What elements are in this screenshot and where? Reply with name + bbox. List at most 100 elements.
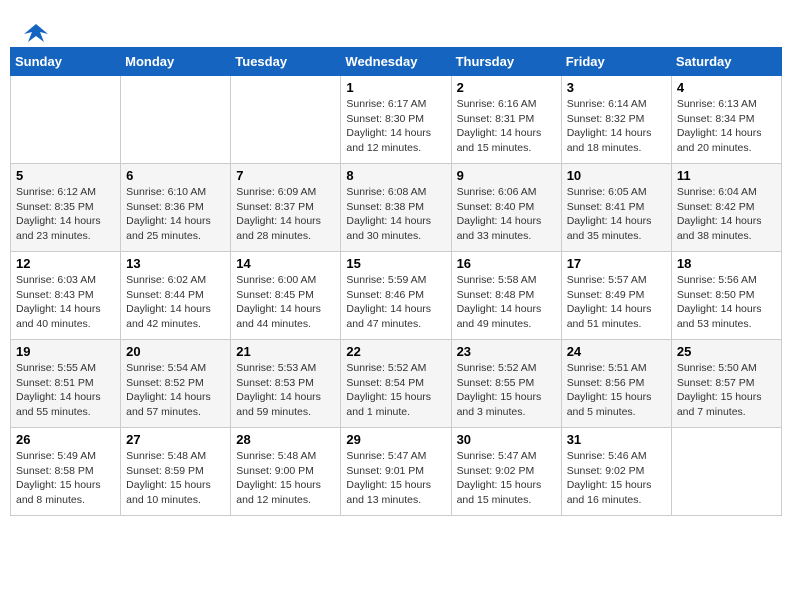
day-content: Sunrise: 6:13 AM Sunset: 8:34 PM Dayligh… (677, 97, 776, 156)
calendar-day-cell: 7 Sunrise: 6:09 AM Sunset: 8:37 PM Daylig… (231, 164, 341, 252)
day-content: Sunrise: 5:50 AM Sunset: 8:57 PM Dayligh… (677, 361, 776, 420)
day-content: Sunrise: 6:06 AM Sunset: 8:40 PM Dayligh… (457, 185, 556, 244)
calendar-day-cell: 29 Sunrise: 5:47 AM Sunset: 9:01 PM Dayli… (341, 428, 451, 516)
day-number: 26 (16, 432, 115, 447)
calendar-day-cell: 2Sunrise: 6:16 AM Sunset: 8:31 PM Daylig… (451, 76, 561, 164)
calendar-week-row: 26 Sunrise: 5:49 AM Sunset: 8:58 PM Dayli… (11, 428, 782, 516)
calendar-week-row: 5 Sunrise: 6:12 AM Sunset: 8:35 PM Daylig… (11, 164, 782, 252)
calendar-table: SundayMondayTuesdayWednesdayThursdayFrid… (10, 47, 782, 516)
page-header (10, 10, 782, 47)
day-content: Sunrise: 5:54 AM Sunset: 8:52 PM Dayligh… (126, 361, 225, 420)
day-content: Sunrise: 6:08 AM Sunset: 8:38 PM Dayligh… (346, 185, 445, 244)
day-number: 3 (567, 80, 666, 95)
day-number: 14 (236, 256, 335, 271)
day-number: 19 (16, 344, 115, 359)
day-number: 11 (677, 168, 776, 183)
day-number: 31 (567, 432, 666, 447)
day-content: Sunrise: 5:49 AM Sunset: 8:58 PM Dayligh… (16, 449, 115, 508)
calendar-day-cell: 1Sunrise: 6:17 AM Sunset: 8:30 PM Daylig… (341, 76, 451, 164)
calendar-week-row: 1Sunrise: 6:17 AM Sunset: 8:30 PM Daylig… (11, 76, 782, 164)
day-number: 18 (677, 256, 776, 271)
column-header-thursday: Thursday (451, 48, 561, 76)
calendar-day-cell: 28Sunrise: 5:48 AM Sunset: 9:00 PM Dayli… (231, 428, 341, 516)
calendar-day-cell: 25 Sunrise: 5:50 AM Sunset: 8:57 PM Dayli… (671, 340, 781, 428)
column-header-friday: Friday (561, 48, 671, 76)
day-content: Sunrise: 5:46 AM Sunset: 9:02 PM Dayligh… (567, 449, 666, 508)
calendar-day-cell: 16 Sunrise: 5:58 AM Sunset: 8:48 PM Dayli… (451, 252, 561, 340)
calendar-day-cell: 9 Sunrise: 6:06 AM Sunset: 8:40 PM Daylig… (451, 164, 561, 252)
day-content: Sunrise: 5:56 AM Sunset: 8:50 PM Dayligh… (677, 273, 776, 332)
empty-cell (121, 76, 231, 164)
calendar-day-cell: 24 Sunrise: 5:51 AM Sunset: 8:56 PM Dayli… (561, 340, 671, 428)
empty-cell (671, 428, 781, 516)
day-content: Sunrise: 6:09 AM Sunset: 8:37 PM Dayligh… (236, 185, 335, 244)
day-content: Sunrise: 5:55 AM Sunset: 8:51 PM Dayligh… (16, 361, 115, 420)
logo (20, 20, 50, 42)
day-content: Sunrise: 5:53 AM Sunset: 8:53 PM Dayligh… (236, 361, 335, 420)
day-number: 7 (236, 168, 335, 183)
calendar-header-row: SundayMondayTuesdayWednesdayThursdayFrid… (11, 48, 782, 76)
day-content: Sunrise: 5:52 AM Sunset: 8:55 PM Dayligh… (457, 361, 556, 420)
day-content: Sunrise: 6:14 AM Sunset: 8:32 PM Dayligh… (567, 97, 666, 156)
day-content: Sunrise: 5:47 AM Sunset: 9:02 PM Dayligh… (457, 449, 556, 508)
day-content: Sunrise: 6:12 AM Sunset: 8:35 PM Dayligh… (16, 185, 115, 244)
day-number: 13 (126, 256, 225, 271)
day-content: Sunrise: 6:04 AM Sunset: 8:42 PM Dayligh… (677, 185, 776, 244)
day-number: 10 (567, 168, 666, 183)
column-header-sunday: Sunday (11, 48, 121, 76)
calendar-day-cell: 23 Sunrise: 5:52 AM Sunset: 8:55 PM Dayli… (451, 340, 561, 428)
day-number: 12 (16, 256, 115, 271)
calendar-day-cell: 19 Sunrise: 5:55 AM Sunset: 8:51 PM Dayli… (11, 340, 121, 428)
day-content: Sunrise: 6:17 AM Sunset: 8:30 PM Dayligh… (346, 97, 445, 156)
logo-bird-icon (22, 20, 50, 48)
calendar-day-cell: 12Sunrise: 6:03 AM Sunset: 8:43 PM Dayli… (11, 252, 121, 340)
day-number: 21 (236, 344, 335, 359)
calendar-day-cell: 5 Sunrise: 6:12 AM Sunset: 8:35 PM Daylig… (11, 164, 121, 252)
day-content: Sunrise: 5:52 AM Sunset: 8:54 PM Dayligh… (346, 361, 445, 420)
day-content: Sunrise: 5:47 AM Sunset: 9:01 PM Dayligh… (346, 449, 445, 508)
day-content: Sunrise: 5:57 AM Sunset: 8:49 PM Dayligh… (567, 273, 666, 332)
calendar-day-cell: 20 Sunrise: 5:54 AM Sunset: 8:52 PM Dayli… (121, 340, 231, 428)
calendar-day-cell: 30 Sunrise: 5:47 AM Sunset: 9:02 PM Dayli… (451, 428, 561, 516)
day-content: Sunrise: 6:10 AM Sunset: 8:36 PM Dayligh… (126, 185, 225, 244)
calendar-day-cell: 17Sunrise: 5:57 AM Sunset: 8:49 PM Dayli… (561, 252, 671, 340)
day-content: Sunrise: 6:05 AM Sunset: 8:41 PM Dayligh… (567, 185, 666, 244)
day-number: 25 (677, 344, 776, 359)
calendar-day-cell: 8 Sunrise: 6:08 AM Sunset: 8:38 PM Daylig… (341, 164, 451, 252)
calendar-day-cell: 27 Sunrise: 5:48 AM Sunset: 8:59 PM Dayli… (121, 428, 231, 516)
day-number: 2 (457, 80, 556, 95)
day-number: 15 (346, 256, 445, 271)
day-number: 22 (346, 344, 445, 359)
day-content: Sunrise: 5:51 AM Sunset: 8:56 PM Dayligh… (567, 361, 666, 420)
day-content: Sunrise: 5:58 AM Sunset: 8:48 PM Dayligh… (457, 273, 556, 332)
calendar-day-cell: 6 Sunrise: 6:10 AM Sunset: 8:36 PM Daylig… (121, 164, 231, 252)
calendar-day-cell: 21 Sunrise: 5:53 AM Sunset: 8:53 PM Dayli… (231, 340, 341, 428)
calendar-day-cell: 22 Sunrise: 5:52 AM Sunset: 8:54 PM Dayli… (341, 340, 451, 428)
calendar-day-cell: 13 Sunrise: 6:02 AM Sunset: 8:44 PM Dayli… (121, 252, 231, 340)
day-number: 16 (457, 256, 556, 271)
day-content: Sunrise: 6:02 AM Sunset: 8:44 PM Dayligh… (126, 273, 225, 332)
day-number: 4 (677, 80, 776, 95)
day-number: 27 (126, 432, 225, 447)
calendar-day-cell: 10 Sunrise: 6:05 AM Sunset: 8:41 PM Dayli… (561, 164, 671, 252)
day-content: Sunrise: 5:59 AM Sunset: 8:46 PM Dayligh… (346, 273, 445, 332)
day-number: 6 (126, 168, 225, 183)
column-header-saturday: Saturday (671, 48, 781, 76)
day-number: 9 (457, 168, 556, 183)
day-number: 24 (567, 344, 666, 359)
column-header-monday: Monday (121, 48, 231, 76)
day-number: 23 (457, 344, 556, 359)
day-number: 30 (457, 432, 556, 447)
calendar-day-cell: 14Sunrise: 6:00 AM Sunset: 8:45 PM Dayli… (231, 252, 341, 340)
calendar-day-cell: 4 Sunrise: 6:13 AM Sunset: 8:34 PM Daylig… (671, 76, 781, 164)
day-number: 8 (346, 168, 445, 183)
day-content: Sunrise: 5:48 AM Sunset: 8:59 PM Dayligh… (126, 449, 225, 508)
calendar-week-row: 12Sunrise: 6:03 AM Sunset: 8:43 PM Dayli… (11, 252, 782, 340)
column-header-tuesday: Tuesday (231, 48, 341, 76)
calendar-week-row: 19 Sunrise: 5:55 AM Sunset: 8:51 PM Dayli… (11, 340, 782, 428)
calendar-day-cell: 3 Sunrise: 6:14 AM Sunset: 8:32 PM Daylig… (561, 76, 671, 164)
day-number: 29 (346, 432, 445, 447)
day-number: 20 (126, 344, 225, 359)
day-content: Sunrise: 5:48 AM Sunset: 9:00 PM Dayligh… (236, 449, 335, 508)
day-number: 5 (16, 168, 115, 183)
